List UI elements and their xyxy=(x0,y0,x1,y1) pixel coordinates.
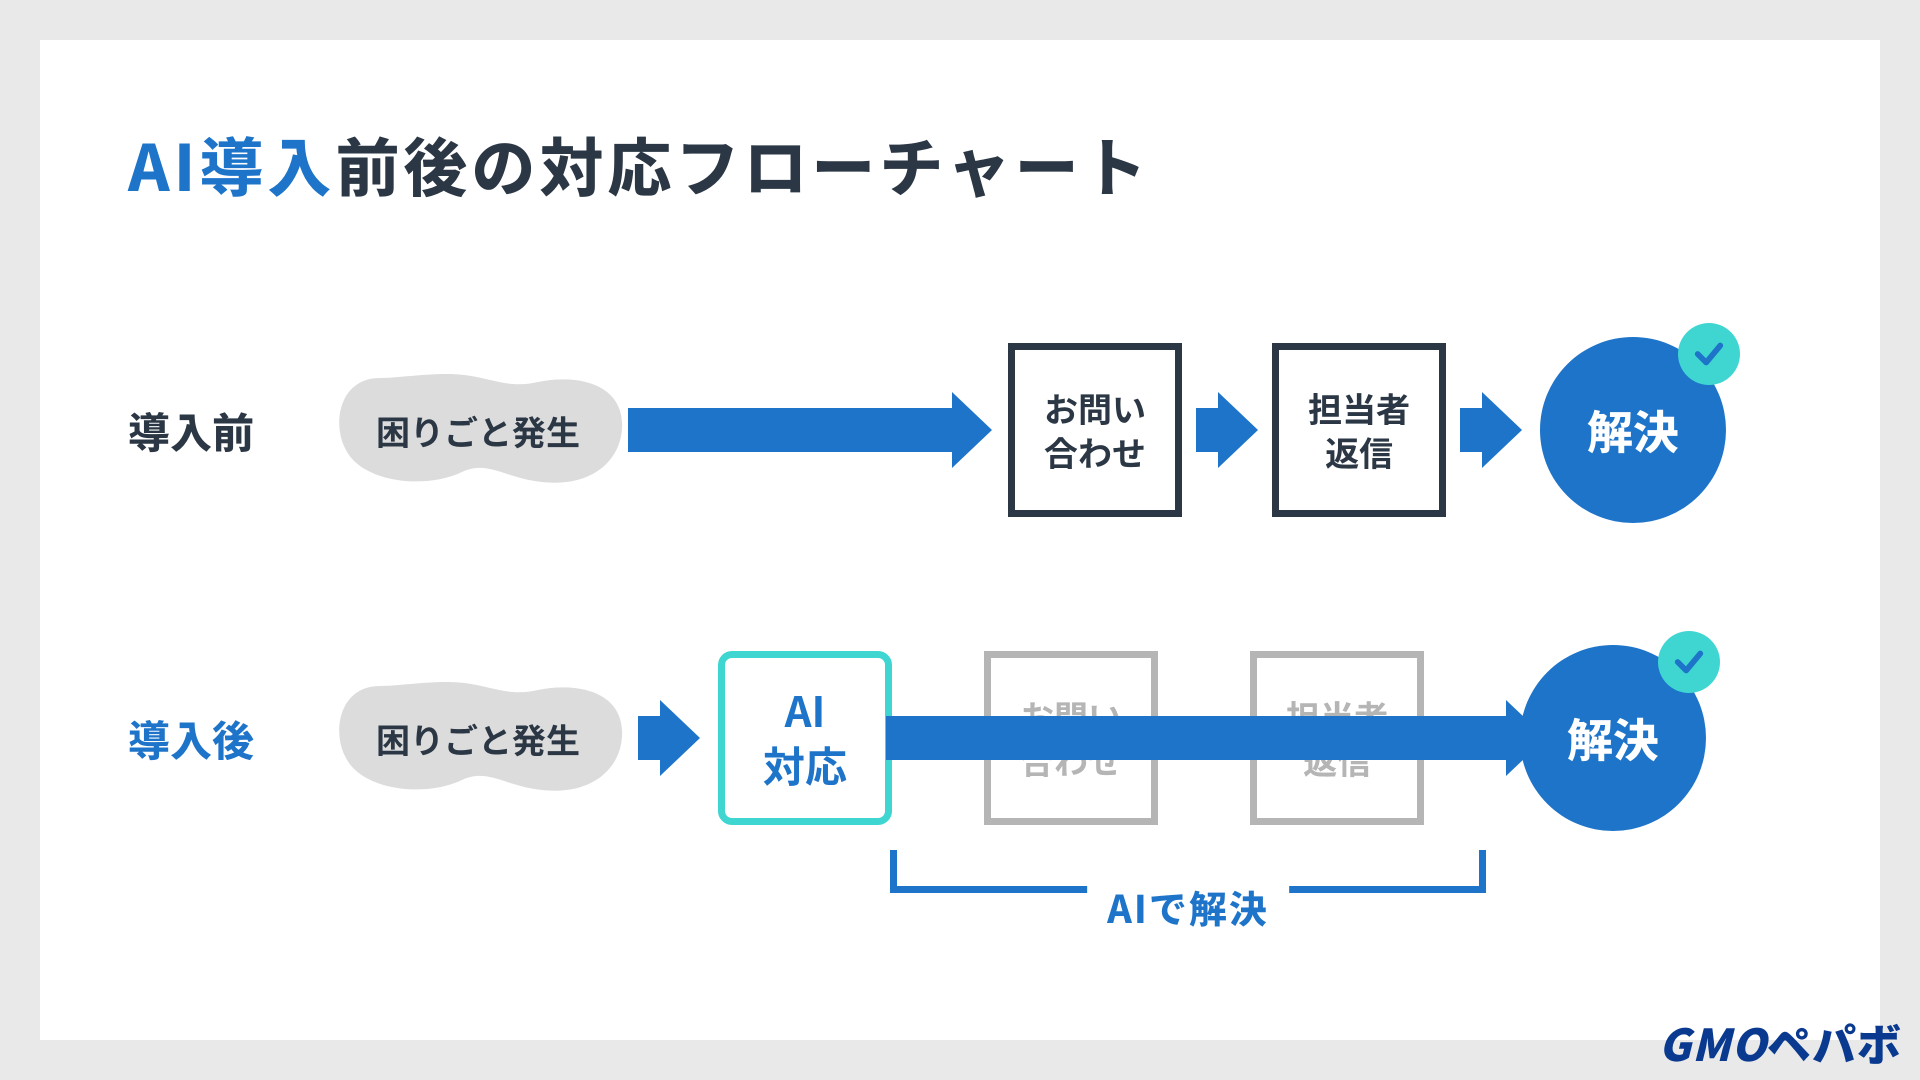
before-trouble-blob: 困りごと発生 xyxy=(328,366,628,494)
logo-suffix: ペパボ xyxy=(1767,1010,1902,1074)
before-label: 導入前 xyxy=(128,400,318,461)
after-ai-box: AI 対応 xyxy=(718,651,892,825)
after-skip-arrow xyxy=(886,716,1546,760)
check-icon xyxy=(1672,645,1706,679)
before-trouble-text: 困りごと発生 xyxy=(376,406,580,455)
gmo-pepabo-logo: GMOペパボ xyxy=(1659,1010,1902,1074)
after-label: 導入後 xyxy=(128,708,318,769)
title-accent: AI導入 xyxy=(128,118,335,210)
arrow-icon xyxy=(1196,408,1258,452)
check-badge xyxy=(1658,631,1720,693)
bracket-label: AIで解決 xyxy=(1087,879,1289,934)
check-badge xyxy=(1678,323,1740,385)
before-reply-box: 担当者 返信 xyxy=(1272,343,1446,517)
after-ai-text: AI 対応 xyxy=(763,683,847,792)
before-inquiry-box: お問い 合わせ xyxy=(1008,343,1182,517)
arrow-icon xyxy=(628,408,992,452)
ai-resolve-bracket: AIで解決 xyxy=(890,850,1486,930)
after-trouble-text: 困りごと発生 xyxy=(376,714,580,763)
logo-prefix: GMO xyxy=(1659,1010,1767,1074)
arrow-icon xyxy=(1460,408,1522,452)
before-solve-circle: 解決 xyxy=(1540,337,1726,523)
after-solve-text: 解決 xyxy=(1567,705,1659,771)
slide: AI導入前後の対応フローチャート 導入前 困りごと発生 お問い 合わせ 担当者 … xyxy=(40,40,1880,1040)
slide-title: AI導入前後の対応フローチャート xyxy=(128,118,1151,210)
after-trouble-blob: 困りごと発生 xyxy=(328,674,628,802)
before-solve-text: 解決 xyxy=(1587,397,1679,463)
before-reply-text: 担当者 返信 xyxy=(1308,386,1410,474)
check-icon xyxy=(1692,337,1726,371)
flow-before: 導入前 困りごと発生 お問い 合わせ 担当者 返信 解決 xyxy=(128,340,1828,520)
title-rest: 前後の対応フローチャート xyxy=(335,118,1150,210)
before-inquiry-text: お問い 合わせ xyxy=(1044,386,1146,474)
arrow-icon xyxy=(638,716,700,760)
after-solve-circle: 解決 xyxy=(1520,645,1706,831)
